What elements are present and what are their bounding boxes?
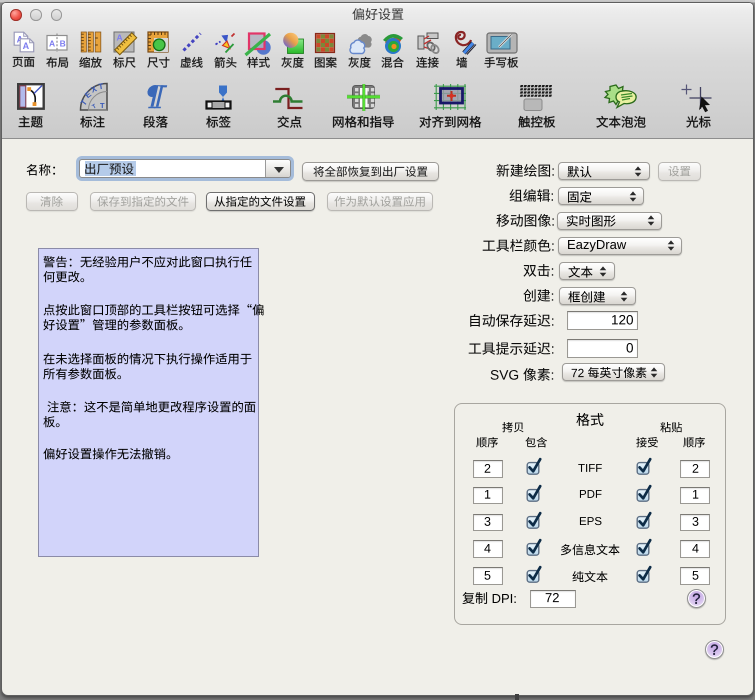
svg-text:A: A xyxy=(49,39,55,49)
svg-text:B: B xyxy=(60,39,66,49)
svg-text:A: A xyxy=(22,41,29,51)
svg-text:A: A xyxy=(117,33,123,43)
svg-text:T: T xyxy=(100,101,105,110)
